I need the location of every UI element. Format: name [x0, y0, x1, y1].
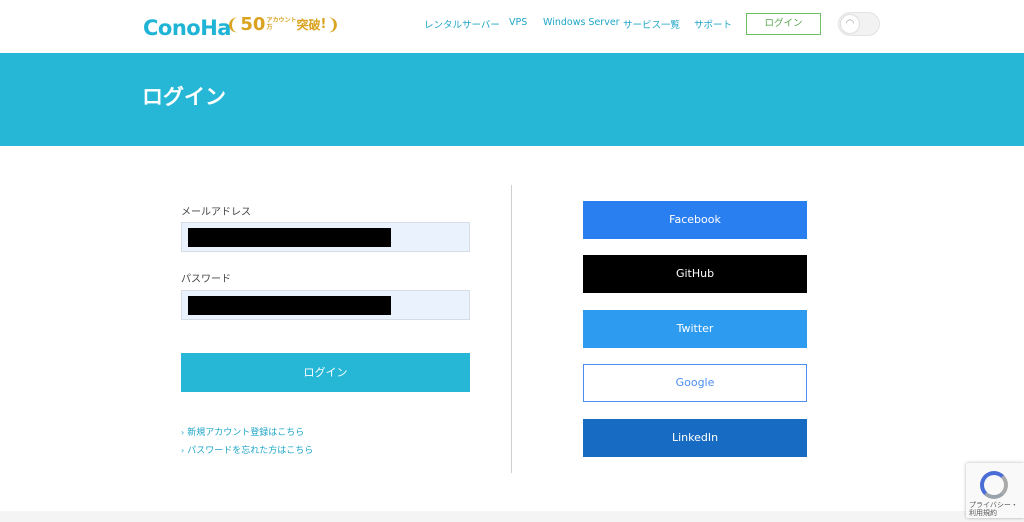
- recaptcha-privacy[interactable]: プライバシー・: [969, 501, 1018, 509]
- login-submit-button[interactable]: ログイン: [181, 353, 470, 392]
- badge-small-top: 万: [266, 24, 273, 31]
- email-label: メールアドレス: [181, 207, 251, 218]
- password-redacted-value: [188, 296, 391, 315]
- email-redacted-value: [188, 228, 391, 247]
- vertical-divider: [511, 185, 512, 473]
- header-login-button[interactable]: ログイン: [746, 13, 821, 35]
- badge-small: アカウント 万: [266, 17, 296, 31]
- google-login-button[interactable]: Google: [583, 364, 807, 402]
- facebook-login-button[interactable]: Facebook: [583, 201, 807, 239]
- chevron-right-icon: ›: [181, 446, 185, 455]
- twitter-login-button[interactable]: Twitter: [583, 310, 807, 348]
- password-field[interactable]: [181, 290, 470, 320]
- recaptcha-terms[interactable]: 利用規約: [969, 509, 997, 517]
- nav-windows-server[interactable]: Windows Server: [543, 17, 620, 28]
- laurel-left-icon: ❨: [226, 14, 240, 34]
- toggle-knob: ◠: [840, 14, 860, 34]
- logo-text: ConoHa: [143, 16, 231, 40]
- nav-support[interactable]: サポート: [694, 17, 732, 31]
- badge-number: 50: [240, 13, 266, 35]
- accounts-badge: ❨ 50 アカウント 万 突破 ! ❩: [226, 12, 340, 36]
- page-title: ログイン: [142, 85, 226, 109]
- recaptcha-text: プライバシー・ 利用規約: [969, 501, 1018, 517]
- page-banner: ログイン: [0, 53, 1024, 146]
- forgot-password-link[interactable]: › パスワードを忘れた方はこちら: [181, 443, 313, 456]
- footer-strip: [0, 511, 1024, 522]
- conoha-logo[interactable]: ConoHa: [143, 11, 231, 39]
- signup-link[interactable]: › 新規アカウント登録はこちら: [181, 425, 304, 438]
- nav-vps[interactable]: VPS: [509, 17, 527, 28]
- site-header: ConoHa ❨ 50 アカウント 万 突破 ! ❩ レンタルサーバー VPS …: [0, 0, 1024, 53]
- email-field[interactable]: [181, 222, 470, 252]
- recaptcha-icon: [980, 471, 1008, 499]
- badge-small-bottom: アカウント: [266, 17, 297, 24]
- forgot-password-link-label: パスワードを忘れた方はこちら: [187, 446, 314, 456]
- nav-services[interactable]: サービス一覧: [623, 17, 680, 31]
- chevron-right-icon: ›: [181, 428, 185, 437]
- theme-toggle[interactable]: ◠: [838, 12, 880, 36]
- badge-big: 突破: [296, 17, 321, 32]
- recaptcha-badge[interactable]: プライバシー・ 利用規約: [966, 463, 1024, 518]
- moon-icon: ◠: [845, 18, 855, 29]
- password-label: パスワード: [181, 274, 231, 285]
- laurel-right-icon: ❩: [326, 14, 340, 34]
- github-login-button[interactable]: GitHub: [583, 255, 807, 293]
- nav-rental-server[interactable]: レンタルサーバー: [424, 17, 500, 31]
- signup-link-label: 新規アカウント登録はこちら: [187, 428, 305, 438]
- linkedin-login-button[interactable]: LinkedIn: [583, 419, 807, 457]
